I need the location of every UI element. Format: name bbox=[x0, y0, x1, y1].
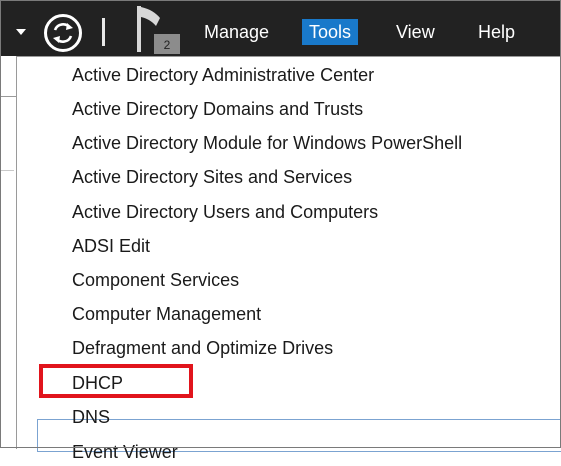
chevron-down-icon[interactable] bbox=[16, 29, 26, 35]
menu-view[interactable]: View bbox=[389, 19, 442, 45]
menu-item-ad-users-computers[interactable]: Active Directory Users and Computers bbox=[72, 198, 378, 226]
background-divider bbox=[0, 170, 14, 171]
menu-item-ad-powershell[interactable]: Active Directory Module for Windows Powe… bbox=[72, 129, 462, 157]
menu-help[interactable]: Help bbox=[471, 19, 522, 45]
menu-item-ad-sites-services[interactable]: Active Directory Sites and Services bbox=[72, 163, 352, 191]
refresh-icon[interactable] bbox=[43, 13, 83, 53]
annotation-highlight-box bbox=[39, 364, 193, 398]
menu-item-ad-admin-center[interactable]: Active Directory Administrative Center bbox=[72, 61, 374, 89]
menu-item-event-viewer[interactable]: Event Viewer bbox=[72, 438, 178, 466]
menu-bar: 2 Manage Tools View Help bbox=[0, 0, 561, 56]
menu-item-adsi-edit[interactable]: ADSI Edit bbox=[72, 232, 150, 260]
menu-item-dns[interactable]: DNS bbox=[72, 403, 110, 431]
tools-dropdown-menu: Active Directory Administrative Center A… bbox=[16, 56, 561, 462]
menu-manage[interactable]: Manage bbox=[197, 19, 276, 45]
menu-item-component-services[interactable]: Component Services bbox=[72, 266, 239, 294]
notification-count-badge: 2 bbox=[154, 34, 180, 54]
menu-item-computer-management[interactable]: Computer Management bbox=[72, 300, 261, 328]
menu-item-defragment[interactable]: Defragment and Optimize Drives bbox=[72, 334, 333, 362]
menu-item-ad-domains-trusts[interactable]: Active Directory Domains and Trusts bbox=[72, 95, 363, 123]
toolbar-separator bbox=[102, 18, 105, 46]
menu-tools[interactable]: Tools bbox=[302, 19, 359, 45]
